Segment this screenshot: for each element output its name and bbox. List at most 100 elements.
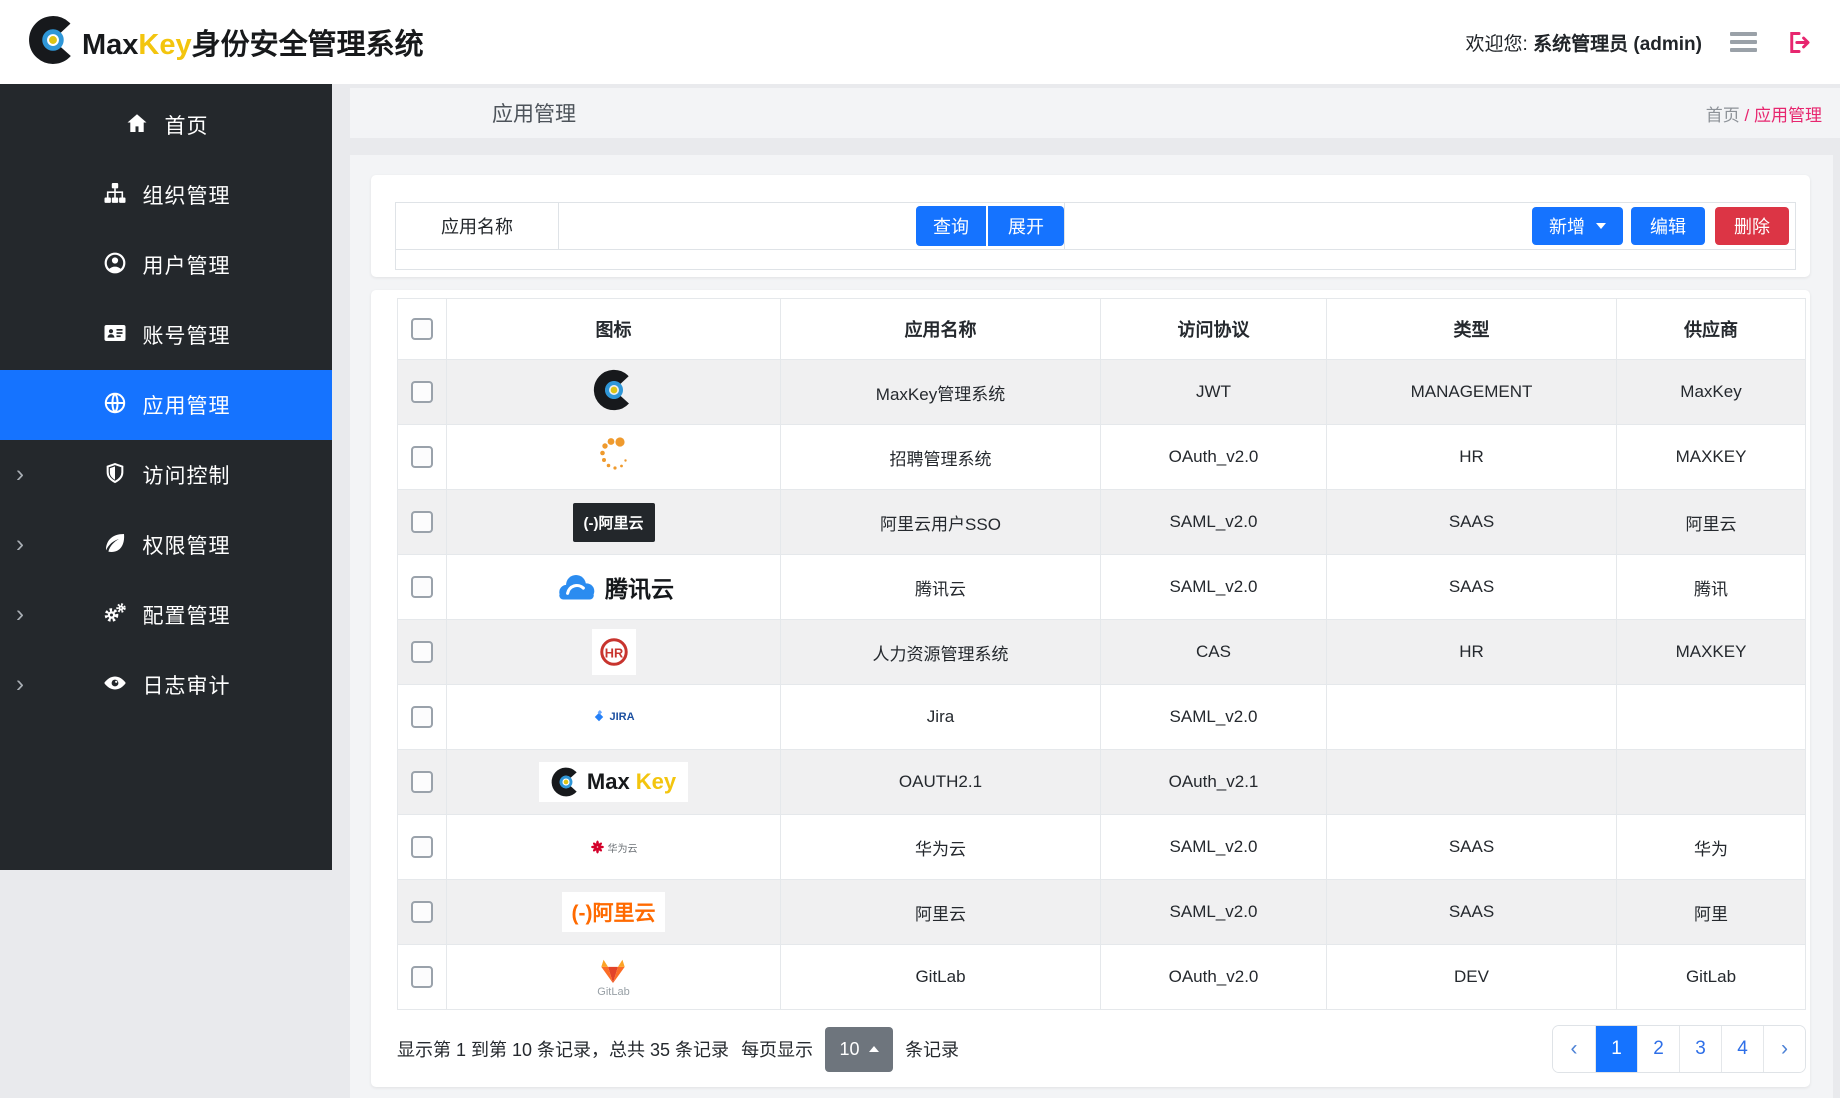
app-icon-cell: 腾讯云 (448, 556, 779, 618)
search-card: 应用名称 查询 展开 新增 编辑 删除 (371, 175, 1810, 277)
app-name-cell: 腾讯云 (781, 555, 1101, 620)
table-row[interactable]: (-)阿里云 阿里云 SAML_v2.0 SAAS 阿里 (398, 880, 1806, 945)
column-header-vendor: 供应商 (1617, 299, 1806, 360)
table-row[interactable]: 腾讯云 腾讯云 SAML_v2.0 SAAS 腾讯 (398, 555, 1806, 620)
pagination-info: 显示第 1 到第 10 条记录，总共 35 条记录 每页显示 10 条记录 (397, 1027, 959, 1072)
app-icon-cell: JIRA (448, 686, 779, 748)
page-number-button[interactable]: 1 (1595, 1026, 1637, 1072)
app-protocol-cell: OAuth_v2.0 (1101, 425, 1327, 490)
page-title-bar: 应用管理 首页 / 应用管理 (350, 88, 1840, 138)
user-circle-icon (103, 251, 127, 280)
page-number-button[interactable]: 4 (1721, 1026, 1763, 1072)
expand-button[interactable]: 展开 (988, 206, 1064, 246)
sidebar-item-home[interactable]: 首页 (0, 90, 332, 160)
sidebar-item-account[interactable]: 账号管理 (0, 300, 332, 370)
logout-icon[interactable] (1785, 29, 1812, 56)
caret-down-icon (1596, 223, 1606, 229)
row-checkbox[interactable] (411, 771, 433, 793)
home-icon (125, 111, 149, 140)
header-right: 欢迎您: 系统管理员 (admin) (1466, 28, 1812, 56)
delete-button[interactable]: 删除 (1715, 207, 1789, 245)
prev-page-button[interactable]: ‹ (1553, 1026, 1595, 1072)
sidebar-item-org[interactable]: 组织管理 (0, 160, 332, 230)
sidebar-item-perm[interactable]: › 权限管理 (0, 510, 332, 580)
expand-chevron-icon: › (16, 670, 24, 698)
expand-chevron-icon: › (16, 600, 24, 628)
app-name-cell: 招聘管理系统 (781, 425, 1101, 490)
org-sitemap-icon (103, 181, 127, 210)
welcome-text: 欢迎您: 系统管理员 (admin) (1466, 29, 1702, 56)
sidebar: 首页 组织管理 用户管理 账号管理 应用管理 › 访问控制 › 权限管理 › 配… (0, 84, 332, 870)
app-name-label: 应用名称 (396, 203, 559, 249)
app-name-cell: 阿里云用户SSO (781, 490, 1101, 555)
row-checkbox[interactable] (411, 381, 433, 403)
gitlab-logo-icon: GitLab (597, 957, 629, 998)
app-icon-cell: GitLab (448, 946, 779, 1008)
next-page-button[interactable]: › (1763, 1026, 1805, 1072)
column-header-type: 类型 (1327, 299, 1617, 360)
row-checkbox[interactable] (411, 446, 433, 468)
app-type-cell: SAAS (1327, 490, 1617, 555)
sidebar-item-access[interactable]: › 访问控制 (0, 440, 332, 510)
page-number-button[interactable]: 3 (1679, 1026, 1721, 1072)
app-vendor-cell (1617, 685, 1806, 750)
row-checkbox[interactable] (411, 576, 433, 598)
app-type-cell (1327, 685, 1617, 750)
per-page-dropdown[interactable]: 10 (825, 1027, 893, 1072)
brand-title: MaxKey身份安全管理系统 (82, 21, 424, 63)
caret-up-icon (869, 1046, 879, 1052)
row-checkbox[interactable] (411, 966, 433, 988)
sidebar-item-label: 权限管理 (143, 530, 231, 560)
table-card: 图标 应用名称 访问协议 类型 供应商 MaxKey管理系统 JWT MANAG… (371, 290, 1810, 1087)
breadcrumb-home-link[interactable]: 首页 (1706, 106, 1740, 125)
table-row[interactable]: MaxKey OAUTH2.1 OAuth_v2.1 (398, 750, 1806, 815)
id-card-icon (102, 321, 128, 350)
row-checkbox[interactable] (411, 706, 433, 728)
row-checkbox[interactable] (411, 836, 433, 858)
globe-icon (103, 391, 127, 420)
add-button[interactable]: 新增 (1532, 207, 1623, 245)
app-name-cell: Jira (781, 685, 1101, 750)
row-checkbox[interactable] (411, 901, 433, 923)
app-name-input[interactable] (564, 207, 916, 245)
top-header: MaxKey身份安全管理系统 欢迎您: 系统管理员 (admin) (0, 0, 1840, 84)
row-checkbox[interactable] (411, 511, 433, 533)
app-vendor-cell: 华为 (1617, 815, 1806, 880)
table-row[interactable]: 华为云 华为云 SAML_v2.0 SAAS 华为 (398, 815, 1806, 880)
aliyun-orange-logo-icon: (-)阿里云 (562, 892, 666, 932)
table-row[interactable]: (-)阿里云 阿里云用户SSO SAML_v2.0 SAAS 阿里云 (398, 490, 1806, 555)
search-form: 应用名称 查询 展开 新增 编辑 删除 (395, 202, 1796, 270)
table-row[interactable]: JIRA Jira SAML_v2.0 (398, 685, 1806, 750)
page-number-button[interactable]: 2 (1637, 1026, 1679, 1072)
sidebar-item-user[interactable]: 用户管理 (0, 230, 332, 300)
menu-toggle-icon[interactable] (1730, 28, 1757, 56)
eye-icon (102, 671, 128, 700)
app-protocol-cell: SAML_v2.0 (1101, 490, 1327, 555)
jira-logo-icon: JIRA (592, 710, 634, 724)
sidebar-item-label: 应用管理 (143, 390, 231, 420)
app-name-cell: 华为云 (781, 815, 1101, 880)
sidebar-item-config[interactable]: › 配置管理 (0, 580, 332, 650)
query-button[interactable]: 查询 (916, 206, 986, 246)
app-protocol-cell: CAS (1101, 620, 1327, 685)
expand-chevron-icon: › (16, 460, 24, 488)
row-checkbox[interactable] (411, 641, 433, 663)
page-list: ‹ 1234› (1552, 1025, 1806, 1073)
sidebar-item-app[interactable]: 应用管理 (0, 370, 332, 440)
edit-button[interactable]: 编辑 (1631, 207, 1705, 245)
sidebar-item-log[interactable]: › 日志审计 (0, 650, 332, 720)
breadcrumb: 首页 / 应用管理 (1706, 101, 1822, 126)
maxkey-logo-icon (593, 369, 635, 416)
table-row[interactable]: MaxKey管理系统 JWT MANAGEMENT MaxKey (398, 360, 1806, 425)
app-icon-cell: HR (448, 621, 779, 683)
select-all-checkbox[interactable] (411, 318, 433, 340)
app-type-cell: SAAS (1327, 555, 1617, 620)
search-input-group: 查询 展开 (559, 203, 1065, 249)
table-row[interactable]: 招聘管理系统 OAuth_v2.0 HR MAXKEY (398, 425, 1806, 490)
maxkey-full-logo-icon: MaxKey (539, 762, 688, 802)
table-row[interactable]: GitLab GitLab OAuth_v2.0 DEV GitLab (398, 945, 1806, 1010)
app-vendor-cell (1617, 750, 1806, 815)
table-row[interactable]: HR 人力资源管理系统 CAS HR MAXKEY (398, 620, 1806, 685)
sidebar-item-label: 用户管理 (143, 250, 231, 280)
app-protocol-cell: SAML_v2.0 (1101, 815, 1327, 880)
